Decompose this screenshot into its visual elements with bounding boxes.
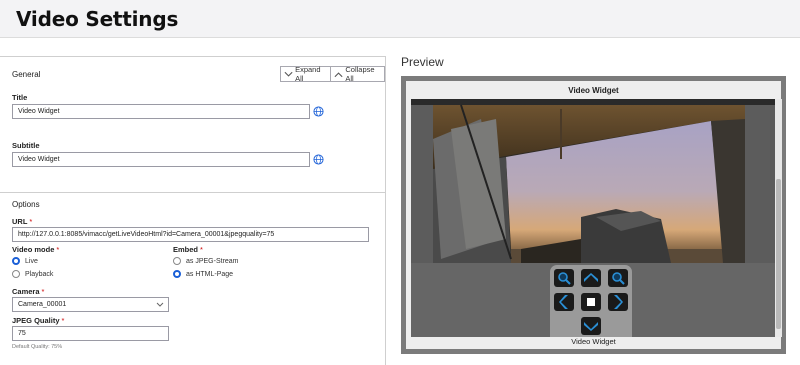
subtitle-label: Subtitle bbox=[12, 141, 40, 150]
section-label-options: Options bbox=[12, 200, 40, 209]
section-divider bbox=[0, 192, 385, 193]
stop-icon bbox=[587, 298, 595, 306]
camera-select[interactable]: Camera_00001 bbox=[12, 297, 169, 312]
tilt-down-button[interactable] bbox=[581, 317, 601, 335]
tilt-up-button[interactable] bbox=[581, 269, 601, 287]
video-mode-live-radio[interactable]: Live bbox=[12, 257, 38, 265]
arrow-right-icon bbox=[614, 295, 623, 309]
preview-label: Preview bbox=[401, 55, 444, 69]
ptz-control-panel bbox=[550, 265, 632, 337]
camera-label: Camera * bbox=[12, 287, 45, 296]
globe-icon[interactable] bbox=[313, 106, 324, 117]
embed-jpeg-label: as JPEG-Stream bbox=[186, 257, 239, 265]
radio-unselected-indicator bbox=[12, 270, 20, 278]
preview-scrollbar[interactable] bbox=[775, 99, 782, 337]
collapse-all-label: Collapse All bbox=[345, 65, 375, 83]
chevron-up-icon bbox=[334, 71, 343, 77]
scrollbar-thumb[interactable] bbox=[776, 179, 781, 329]
section-label-general: General bbox=[12, 70, 41, 79]
pan-right-button[interactable] bbox=[608, 293, 628, 311]
radio-unselected-indicator bbox=[173, 257, 181, 265]
pan-left-button[interactable] bbox=[554, 293, 574, 311]
widget-subtitle: Video Widget bbox=[571, 337, 616, 346]
video-mode-label: Video mode * bbox=[12, 245, 60, 254]
video-mode-live-label: Live bbox=[25, 257, 38, 265]
page-header: Video Settings bbox=[0, 0, 800, 38]
url-label: URL * bbox=[12, 217, 33, 226]
stop-button[interactable] bbox=[581, 293, 601, 311]
video-viewport[interactable] bbox=[411, 99, 775, 337]
jpeg-quality-label: JPEG Quality * bbox=[12, 316, 65, 325]
required-marker: * bbox=[41, 287, 45, 296]
expand-collapse-group: Expand All Collapse All bbox=[280, 65, 385, 83]
expand-all-label: Expand All bbox=[295, 65, 321, 83]
radio-selected-indicator bbox=[173, 270, 181, 278]
arrow-left-icon bbox=[559, 295, 568, 309]
widget-title: Video Widget bbox=[568, 86, 619, 95]
required-marker: * bbox=[29, 217, 33, 226]
zoom-out-button[interactable] bbox=[608, 269, 628, 287]
embed-jpeg-radio[interactable]: as JPEG-Stream bbox=[173, 257, 239, 265]
chevron-down-icon bbox=[284, 71, 293, 77]
required-marker: * bbox=[200, 245, 203, 254]
zoom-in-icon bbox=[558, 272, 571, 285]
radio-selected-indicator bbox=[12, 257, 20, 265]
settings-form: General Expand All Collapse All Title Vi… bbox=[0, 56, 386, 365]
required-marker: * bbox=[61, 316, 65, 325]
embed-label: Embed * bbox=[173, 245, 203, 254]
collapse-all-button[interactable]: Collapse All bbox=[330, 65, 384, 83]
arrow-up-icon bbox=[584, 273, 598, 282]
required-marker: * bbox=[56, 245, 60, 254]
expand-all-button[interactable]: Expand All bbox=[281, 65, 330, 83]
preview-frame: Video Widget Video Widget bbox=[401, 76, 786, 354]
title-field[interactable]: Video Widget bbox=[12, 104, 310, 119]
zoom-in-button[interactable] bbox=[554, 269, 574, 287]
video-mode-playback-label: Playback bbox=[25, 270, 54, 278]
page-title: Video Settings bbox=[16, 7, 179, 31]
subtitle-field[interactable]: Video Widget bbox=[12, 152, 310, 167]
globe-icon[interactable] bbox=[313, 154, 324, 165]
chevron-down-icon bbox=[156, 302, 164, 307]
embed-html-label: as HTML-Page bbox=[186, 270, 234, 278]
zoom-out-icon bbox=[612, 272, 625, 285]
camera-select-value: Camera_00001 bbox=[18, 301, 67, 308]
arrow-down-icon bbox=[584, 322, 598, 331]
jpeg-quality-field[interactable]: 75 bbox=[12, 326, 169, 341]
video-mode-playback-radio[interactable]: Playback bbox=[12, 270, 53, 278]
title-label: Title bbox=[12, 93, 28, 102]
embed-html-radio[interactable]: as HTML-Page bbox=[173, 270, 233, 278]
jpeg-quality-hint: Default Quality: 75% bbox=[12, 344, 63, 350]
url-field[interactable]: http://127.0.0.1:8085/vimacc/getLiveVide… bbox=[12, 227, 369, 242]
